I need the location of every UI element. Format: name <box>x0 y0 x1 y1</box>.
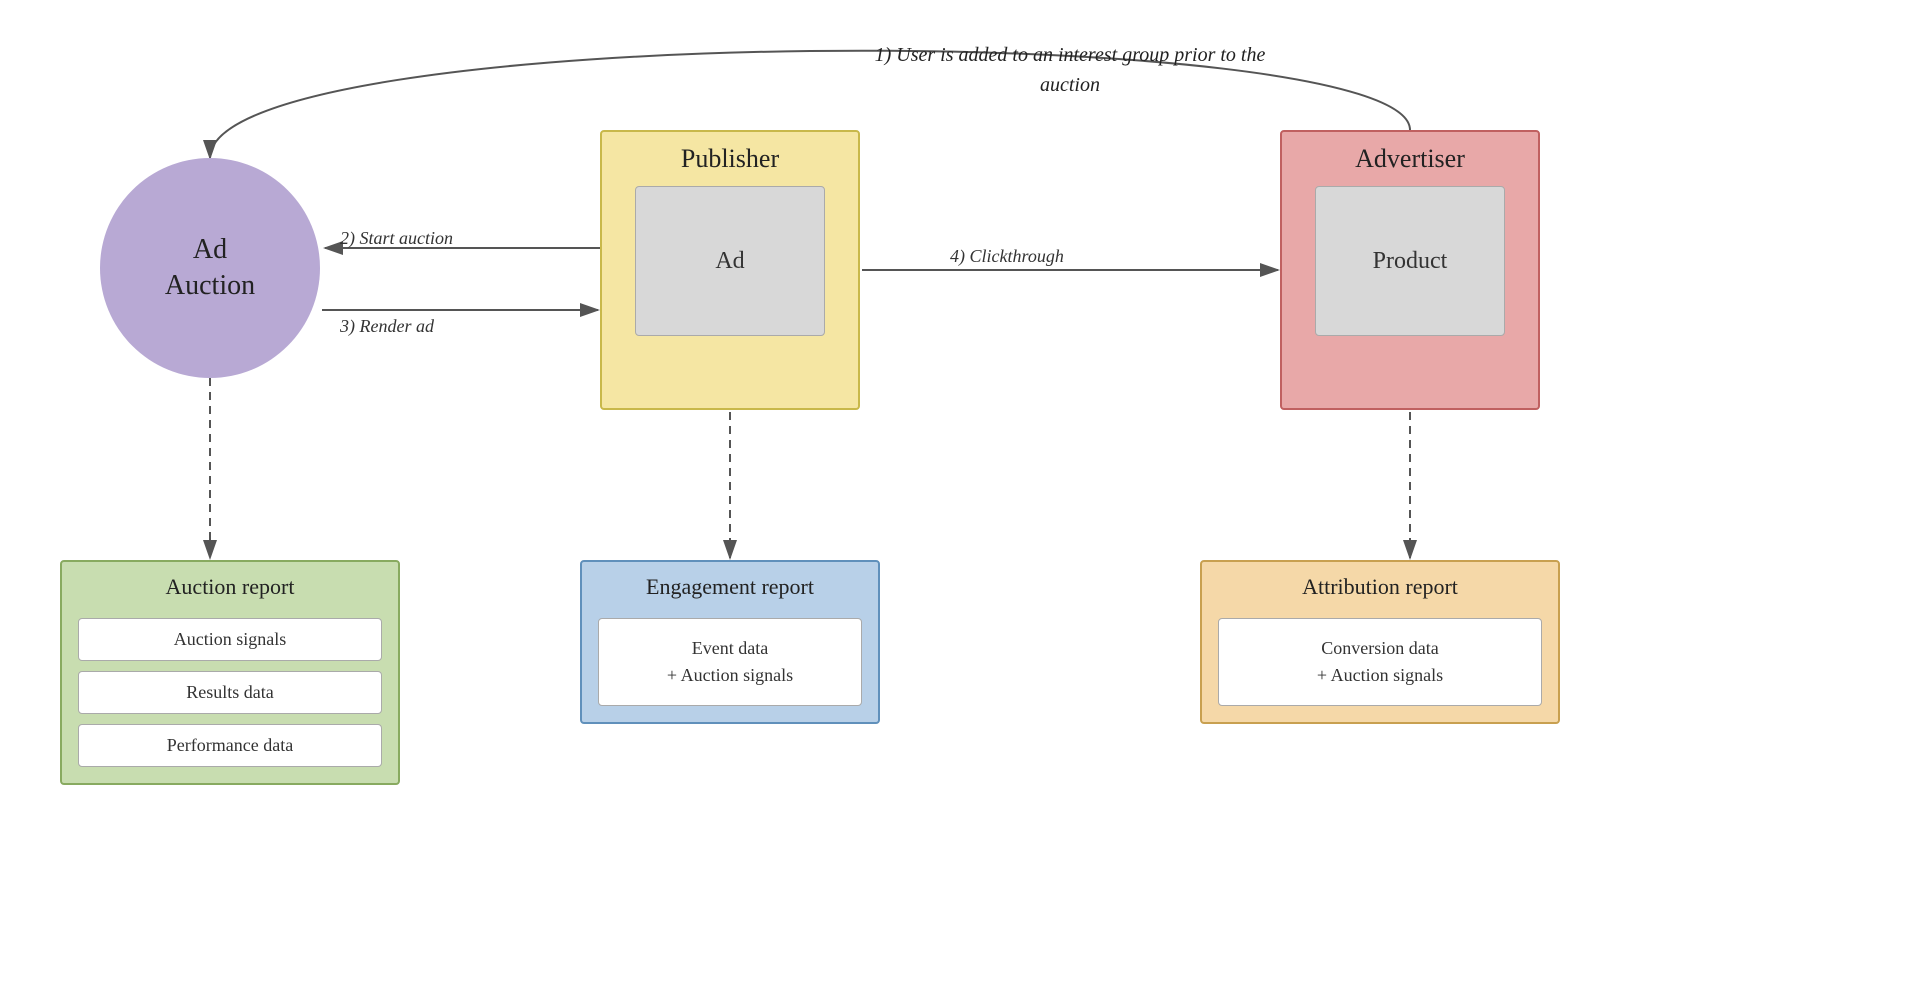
engagement-report-box: Engagement report Event data+ Auction si… <box>580 560 880 724</box>
render-ad-label: 3) Render ad <box>340 316 434 337</box>
auction-signals-item: Auction signals <box>78 618 382 661</box>
ad-auction-label: AdAuction <box>165 232 255 305</box>
publisher-inner: Ad <box>635 186 825 336</box>
interest-group-label: 1) User is added to an interest group pr… <box>850 40 1290 100</box>
results-data-item: Results data <box>78 671 382 714</box>
attribution-report-box: Attribution report Conversion data+ Auct… <box>1200 560 1560 724</box>
engagement-report-title: Engagement report <box>582 562 878 610</box>
publisher-box: Publisher Ad <box>600 130 860 410</box>
diagram-container: 1) User is added to an interest group pr… <box>0 0 1908 988</box>
arrows-svg <box>0 0 1908 988</box>
start-auction-label: 2) Start auction <box>340 228 453 249</box>
conversion-data-item: Conversion data+ Auction signals <box>1218 618 1542 706</box>
ad-auction-circle: AdAuction <box>100 158 320 378</box>
advertiser-title: Advertiser <box>1355 144 1465 174</box>
attribution-report-items: Conversion data+ Auction signals <box>1202 610 1558 722</box>
advertiser-product-label: Product <box>1373 248 1448 275</box>
publisher-ad-label: Ad <box>715 248 744 275</box>
advertiser-inner: Product <box>1315 186 1505 336</box>
publisher-title: Publisher <box>681 144 779 174</box>
clickthrough-label: 4) Clickthrough <box>950 246 1064 267</box>
attribution-report-title: Attribution report <box>1202 562 1558 610</box>
auction-report-box: Auction report Auction signals Results d… <box>60 560 400 785</box>
advertiser-box: Advertiser Product <box>1280 130 1540 410</box>
engagement-report-items: Event data+ Auction signals <box>582 610 878 722</box>
auction-report-title: Auction report <box>62 562 398 610</box>
event-data-item: Event data+ Auction signals <box>598 618 862 706</box>
auction-report-items: Auction signals Results data Performance… <box>62 610 398 783</box>
performance-data-item: Performance data <box>78 724 382 767</box>
